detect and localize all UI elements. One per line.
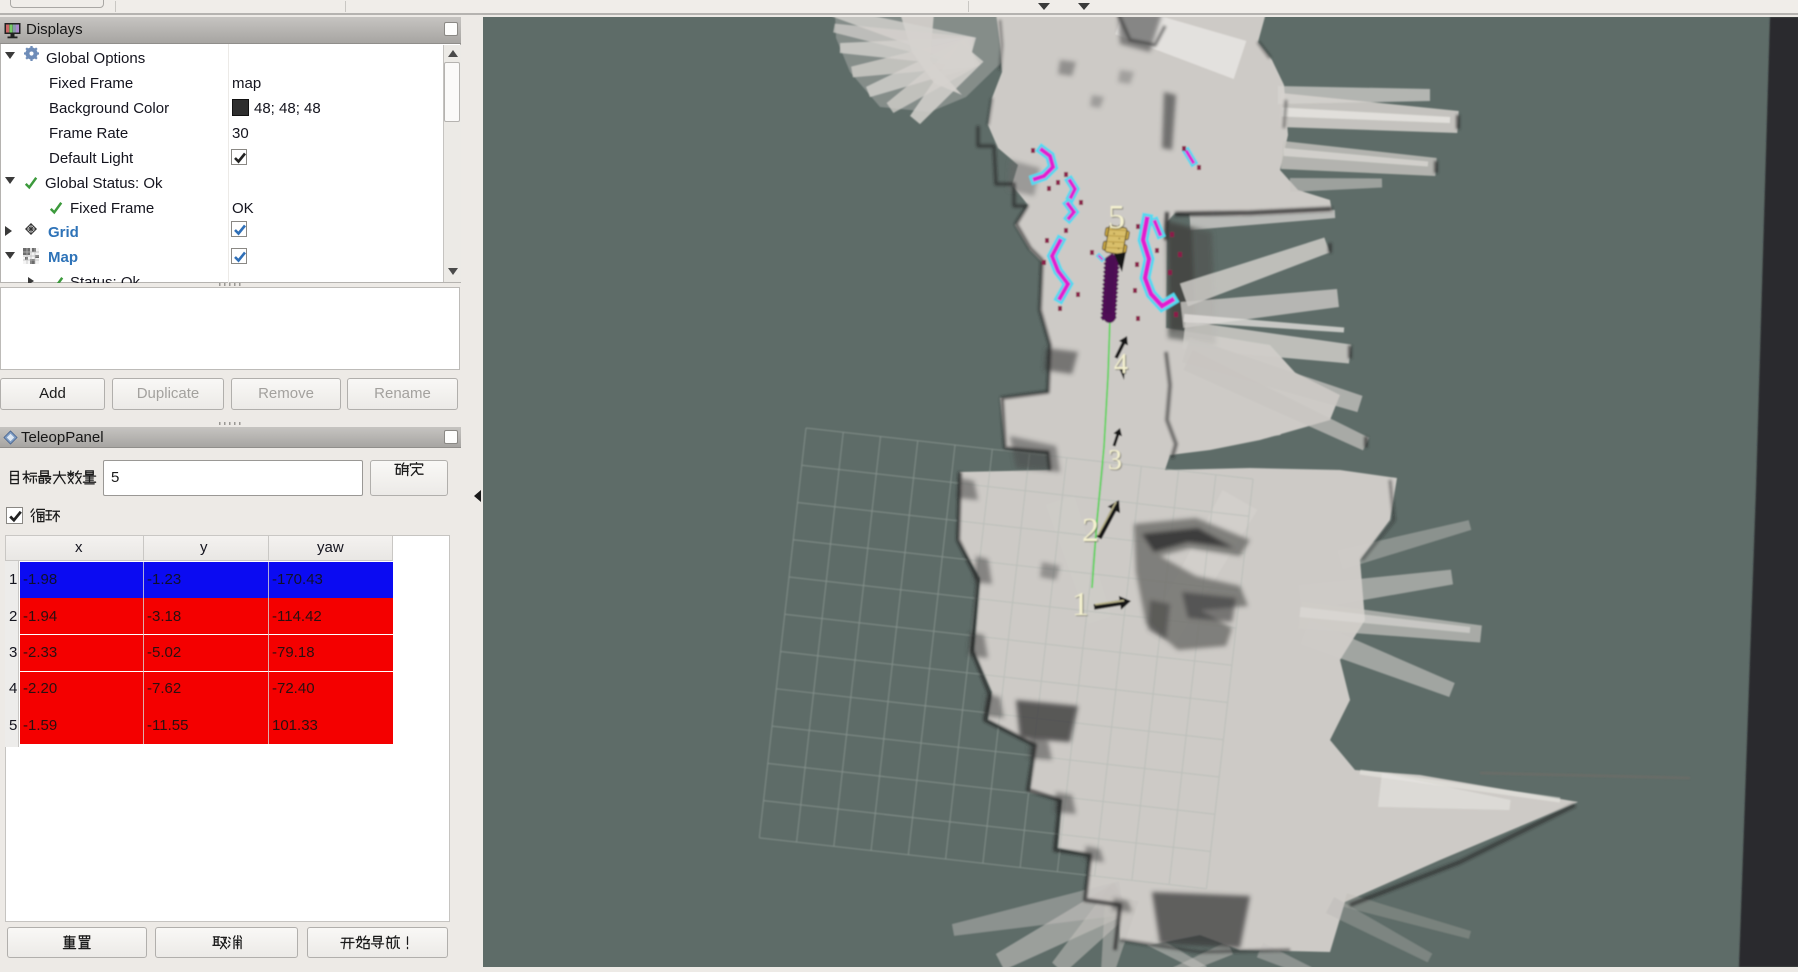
svg-text:3: 3: [1108, 445, 1122, 476]
svg-text:5: 5: [1108, 199, 1125, 236]
svg-text:1: 1: [1072, 586, 1089, 623]
svg-text:2: 2: [1082, 512, 1099, 549]
svg-text:4: 4: [1114, 349, 1128, 380]
